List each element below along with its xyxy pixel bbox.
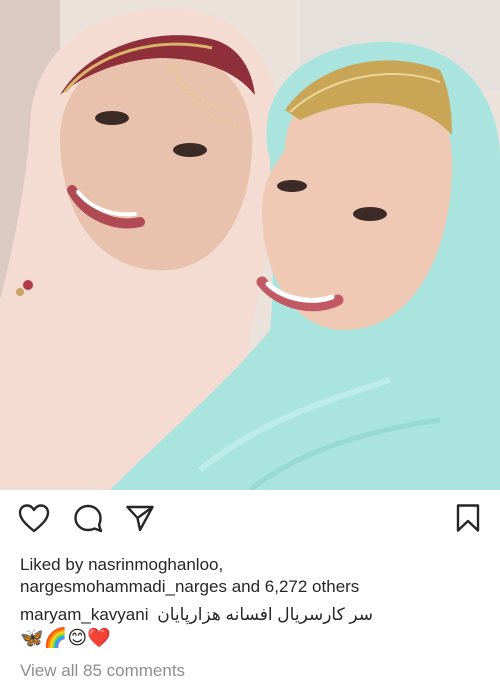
liker-username-2[interactable]: nargesmohammadi_narges [20, 577, 227, 596]
selfie-illustration [0, 0, 500, 490]
likes-prefix: Liked by [20, 555, 84, 574]
likes-others-link[interactable]: 6,272 others [265, 577, 360, 596]
view-all-comments-link[interactable]: View all 85 comments [20, 660, 185, 681]
comment-button[interactable] [70, 500, 106, 536]
likes-joiner: and [231, 577, 261, 596]
comment-bubble-icon [73, 503, 103, 533]
bookmark-icon [455, 503, 481, 533]
liker-username-1[interactable]: nasrinmoghanloo, [88, 555, 223, 574]
post-photo[interactable] [0, 0, 500, 490]
save-button[interactable] [450, 500, 486, 536]
share-button[interactable] [122, 500, 158, 536]
action-bar [0, 500, 500, 544]
caption-emojis: 🦋🌈😊❤️ [20, 628, 111, 649]
caption-username[interactable]: maryam_kavyani [20, 605, 149, 624]
heart-icon [18, 503, 50, 533]
likes-summary: Liked by nasrinmoghanloo, nargesmohammad… [20, 554, 490, 598]
post-caption: maryam_kavyani سر کارسریال افسانه هزارپا… [20, 604, 490, 626]
paper-plane-icon [125, 503, 155, 533]
caption-text: سر کارسریال افسانه هزارپایان [157, 605, 374, 624]
like-button[interactable] [16, 500, 52, 536]
